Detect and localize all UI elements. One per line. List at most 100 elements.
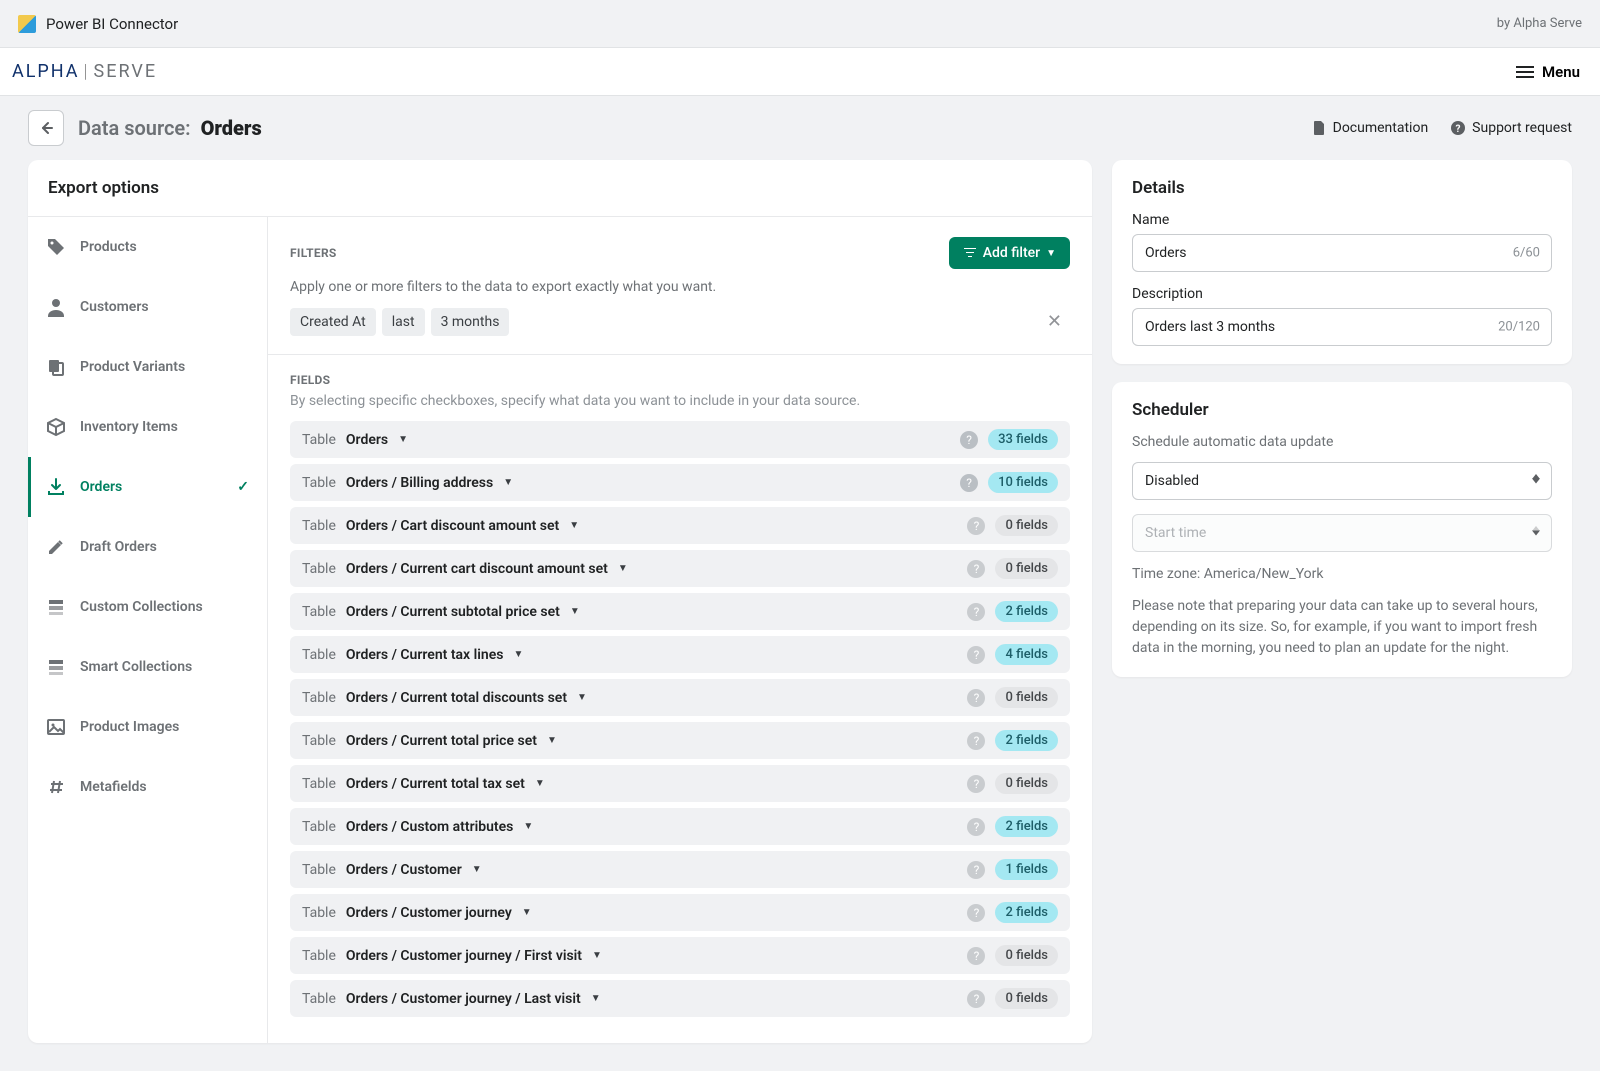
table-name: Orders / Current subtotal price set [346,604,560,620]
back-button[interactable] [28,110,64,146]
filters-heading: FILTERS [290,246,337,260]
app-title: Power BI Connector [46,15,178,33]
chevron-down-icon: ▼ [522,907,532,918]
chevron-down-icon: ▼ [398,434,408,445]
table-prefix: Table [302,561,336,577]
help-icon[interactable]: ? [967,603,985,621]
field-count-badge: 33 fields [988,429,1058,450]
vendor-label: by Alpha Serve [1497,16,1582,31]
sidebar-item-metafields[interactable]: Metafields [28,757,267,817]
field-table-row[interactable]: TableOrders / Current tax lines▼?4 field… [290,636,1070,673]
sidebar-item-products[interactable]: Products [28,217,267,277]
help-icon[interactable]: ? [960,431,978,449]
image-icon [46,717,66,737]
sidebar-item-customers[interactable]: Customers [28,277,267,337]
chevron-down-icon: ▼ [523,821,533,832]
help-icon[interactable]: ? [967,732,985,750]
field-count-badge: 0 fields [995,945,1058,966]
documentation-label: Documentation [1333,120,1429,136]
breadcrumb-name: Orders [201,116,262,140]
sidebar-item-label: Orders [80,479,122,495]
breadcrumb: Data source: Orders [78,116,262,140]
chevron-down-icon: ▼ [1046,248,1056,259]
import-icon [46,477,66,497]
table-name: Orders / Customer journey / First visit [346,948,582,964]
sidebar-item-orders[interactable]: Orders✓ [28,457,267,517]
help-icon[interactable]: ? [960,474,978,492]
field-count-badge: 2 fields [995,816,1058,837]
help-icon[interactable]: ? [967,947,985,965]
sidebar-item-custom[interactable]: Custom Collections [28,577,267,637]
help-icon[interactable]: ? [967,990,985,1008]
filter-chip[interactable]: last [382,308,425,336]
add-filter-button[interactable]: Add filter ▼ [949,237,1070,269]
name-input[interactable] [1132,234,1552,272]
help-icon[interactable]: ? [967,818,985,836]
help-icon[interactable]: ? [967,560,985,578]
name-char-counter: 6/60 [1513,246,1540,261]
field-table-row[interactable]: TableOrders / Current total discounts se… [290,679,1070,716]
field-table-row[interactable]: TableOrders / Customer journey / Last vi… [290,980,1070,1017]
table-name: Orders / Cart discount amount set [346,518,559,534]
scheduler-start-time-select[interactable]: Start time [1132,514,1552,552]
field-table-row[interactable]: TableOrders / Current total tax set▼?0 f… [290,765,1070,802]
field-count-badge: 2 fields [995,601,1058,622]
sidebar-item-label: Custom Collections [80,599,203,615]
help-icon[interactable]: ? [967,861,985,879]
help-icon[interactable]: ? [967,775,985,793]
table-name: Orders / Billing address [346,475,493,491]
table-prefix: Table [302,991,336,1007]
field-table-row[interactable]: TableOrders / Cart discount amount set▼?… [290,507,1070,544]
help-icon[interactable]: ? [967,904,985,922]
field-table-row[interactable]: TableOrders / Customer journey / First v… [290,937,1070,974]
table-prefix: Table [302,604,336,620]
table-name: Orders [346,432,388,448]
filter-chip[interactable]: Created At [290,308,376,336]
chevron-down-icon: ▼ [591,993,601,1004]
field-table-row[interactable]: TableOrders / Custom attributes▼?2 field… [290,808,1070,845]
scheduler-note: Please note that preparing your data can… [1132,596,1552,659]
menu-button[interactable]: Menu [1502,55,1594,89]
chevron-down-icon: ▼ [503,477,513,488]
filter-chip[interactable]: 3 months [431,308,510,336]
sidebar-item-label: Inventory Items [80,419,178,435]
help-icon[interactable]: ? [967,689,985,707]
copy-icon [46,357,66,377]
field-count-badge: 0 fields [995,558,1058,579]
support-link[interactable]: ? Support request [1450,120,1572,136]
table-prefix: Table [302,733,336,749]
box-icon [46,417,66,437]
table-prefix: Table [302,475,336,491]
field-count-badge: 0 fields [995,988,1058,1009]
field-table-row[interactable]: TableOrders▼?33 fields [290,421,1070,458]
sidebar-item-variants[interactable]: Product Variants [28,337,267,397]
table-prefix: Table [302,905,336,921]
sidebar-item-inventory[interactable]: Inventory Items [28,397,267,457]
field-table-row[interactable]: TableOrders / Current cart discount amou… [290,550,1070,587]
active-filter-row: Created Atlast3 months ✕ [290,307,1070,336]
field-table-row[interactable]: TableOrders / Customer▼?1 fields [290,851,1070,888]
help-icon[interactable]: ? [967,517,985,535]
scheduler-interval-select[interactable]: Disabled [1132,462,1552,500]
help-icon[interactable]: ? [967,646,985,664]
field-table-row[interactable]: Table Orders / Current subtotal price set… [290,593,1070,630]
user-icon [46,297,66,317]
sidebar-item-smart[interactable]: Smart Collections [28,637,267,697]
filter-icon [963,246,977,260]
table-prefix: Table [302,647,336,663]
sidebar-item-draft[interactable]: Draft Orders [28,517,267,577]
remove-filter-button[interactable]: ✕ [1039,307,1070,336]
export-content: FILTERS Add filter ▼ Apply one or more f… [268,217,1092,1043]
field-table-row[interactable]: Table Orders / Billing address ▼? 10 fields [290,464,1070,501]
documentation-link[interactable]: Documentation [1311,120,1429,136]
table-name: Orders / Custom attributes [346,819,513,835]
field-table-row[interactable]: TableOrders / Current total price set▼?2… [290,722,1070,759]
field-count-badge: 10 fields [988,472,1058,493]
table-prefix: Table [302,776,336,792]
support-label: Support request [1472,120,1572,136]
description-input[interactable] [1132,308,1552,346]
table-name: Orders / Current total tax set [346,776,525,792]
app-header: ALPHA | SERVE Menu [0,48,1600,96]
chevron-down-icon: ▼ [547,735,557,746]
sidebar-item-images[interactable]: Product Images [28,697,267,757]
